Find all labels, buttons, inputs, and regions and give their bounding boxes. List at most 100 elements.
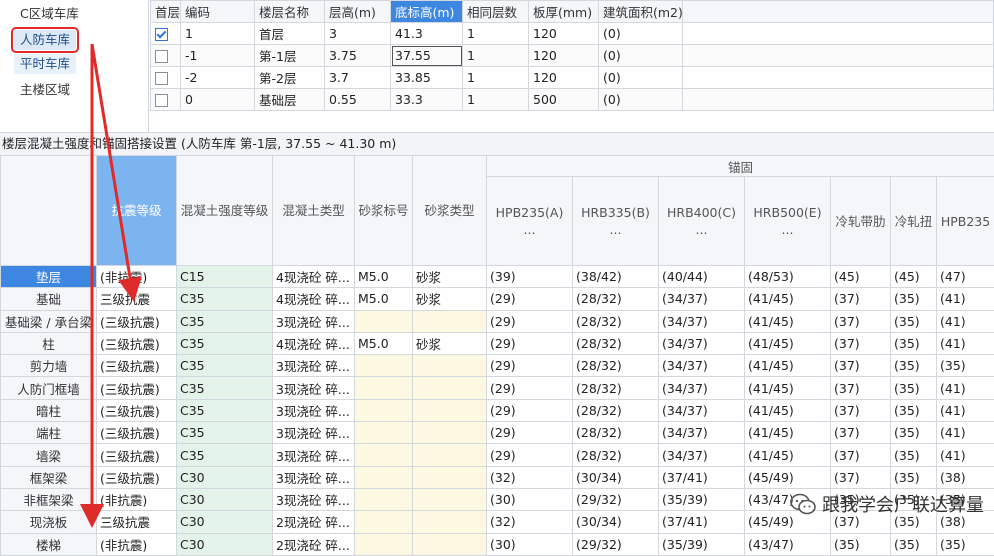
concrete-type-cell[interactable]: 4现浇砼 碎... — [273, 332, 355, 354]
grid-row[interactable]: 柱(三级抗震)C354现浇砼 碎...M5.0砂浆(29)(28/32)(34/… — [1, 332, 994, 354]
region-item-c-garage[interactable]: C区域车库 — [14, 4, 85, 24]
anchor-value-cell[interactable]: (30) — [487, 533, 573, 555]
floor-name[interactable]: 基础层 — [255, 89, 325, 111]
anchor-value-cell[interactable]: (41/45) — [745, 310, 831, 332]
anchor-value-cell[interactable]: (34/37) — [659, 377, 745, 399]
concrete-grade-cell[interactable]: C30 — [177, 511, 273, 533]
anchor-value-cell[interactable]: (37) — [831, 466, 891, 488]
grid-row-header[interactable]: 楼梯 — [1, 533, 97, 555]
anchor-value-cell[interactable]: (47) — [937, 266, 994, 288]
grid-row[interactable]: 暗柱(三级抗震)C353现浇砼 碎...(29)(28/32)(34/37)(4… — [1, 399, 994, 421]
grid-row[interactable]: 框架梁(三级抗震)C303现浇砼 碎...(32)(30/34)(37/41)(… — [1, 466, 994, 488]
anchor-header-hrb500e[interactable]: HRB500(E) ... — [745, 177, 831, 266]
grid-row-header[interactable]: 端柱 — [1, 422, 97, 444]
anchor-value-cell[interactable]: (35) — [891, 310, 937, 332]
concrete-type-cell[interactable]: 2现浇砼 碎... — [273, 511, 355, 533]
floor-height[interactable]: 0.55 — [325, 89, 391, 111]
anchor-value-cell[interactable]: (28/32) — [573, 355, 659, 377]
anchor-value-cell[interactable]: (28/32) — [573, 377, 659, 399]
anchor-value-cell[interactable]: (35) — [937, 355, 994, 377]
concrete-type-cell[interactable]: 2现浇砼 碎... — [273, 533, 355, 555]
grid-header-concrete-grade[interactable]: 混凝土强度等级 — [177, 156, 273, 266]
anchor-value-cell[interactable]: (41) — [937, 399, 994, 421]
anchor-value-cell[interactable]: (43/47) — [745, 533, 831, 555]
seismic-level-cell[interactable]: (三级抗震) — [97, 355, 177, 377]
anchor-value-cell[interactable]: (35/39) — [659, 533, 745, 555]
anchor-value-cell[interactable]: (45) — [831, 266, 891, 288]
first-floor-checkbox[interactable] — [151, 89, 181, 111]
floor-name[interactable]: 第-2层 — [255, 67, 325, 89]
anchor-value-cell[interactable]: (41/45) — [745, 444, 831, 466]
mortar-grade-cell[interactable] — [355, 422, 413, 444]
seismic-level-cell[interactable]: (三级抗震) — [97, 466, 177, 488]
anchor-value-cell[interactable]: (37) — [831, 332, 891, 354]
floor-code[interactable]: -1 — [181, 45, 255, 67]
floor-header-code[interactable]: 编码 — [181, 1, 255, 23]
anchor-value-cell[interactable]: (37) — [831, 377, 891, 399]
floor-thick[interactable]: 120 — [529, 45, 599, 67]
anchor-value-cell[interactable]: (41/45) — [745, 422, 831, 444]
anchor-value-cell[interactable]: (29) — [487, 422, 573, 444]
mortar-grade-cell[interactable]: M5.0 — [355, 332, 413, 354]
concrete-type-cell[interactable]: 3现浇砼 碎... — [273, 355, 355, 377]
mortar-type-cell[interactable] — [413, 466, 487, 488]
region-item-normal-garage[interactable]: 平时车库 — [14, 54, 76, 74]
seismic-level-cell[interactable]: (三级抗震) — [97, 422, 177, 444]
anchor-value-cell[interactable]: (29/32) — [573, 533, 659, 555]
anchor-value-cell[interactable]: (34/37) — [659, 399, 745, 421]
grid-row-header[interactable]: 暗柱 — [1, 399, 97, 421]
mortar-type-cell[interactable] — [413, 444, 487, 466]
grid-row-header[interactable]: 柱 — [1, 332, 97, 354]
anchor-value-cell[interactable]: (41) — [937, 288, 994, 310]
floor-bottom[interactable]: 33.85 — [391, 67, 463, 89]
grid-row[interactable]: 墙梁(三级抗震)C353现浇砼 碎...(29)(28/32)(34/37)(4… — [1, 444, 994, 466]
anchor-value-cell[interactable]: (28/32) — [573, 332, 659, 354]
anchor-value-cell[interactable]: (32) — [487, 466, 573, 488]
floor-bottom[interactable]: 41.3 — [391, 23, 463, 45]
anchor-value-cell[interactable]: (41/45) — [745, 377, 831, 399]
mortar-type-cell[interactable] — [413, 422, 487, 444]
grid-row-header[interactable]: 基础 — [1, 288, 97, 310]
anchor-value-cell[interactable]: (34/37) — [659, 422, 745, 444]
anchor-header-hrb400c[interactable]: HRB400(C) ... — [659, 177, 745, 266]
concrete-grade-cell[interactable]: C35 — [177, 310, 273, 332]
anchor-header-hrb335b[interactable]: HRB335(B) ... — [573, 177, 659, 266]
floor-bottom-selected[interactable]: 37.55 — [391, 45, 463, 67]
concrete-grade-cell[interactable]: C35 — [177, 422, 273, 444]
floor-code[interactable]: -2 — [181, 67, 255, 89]
region-item-main-building[interactable]: 主楼区域 — [14, 80, 76, 100]
mortar-type-cell[interactable]: 砂浆 — [413, 332, 487, 354]
grid-header-mortar-grade[interactable]: 砂浆标号 — [355, 156, 413, 266]
seismic-level-cell[interactable]: (非抗震) — [97, 488, 177, 510]
anchor-header-hpb235-lap[interactable]: HPB235 — [937, 177, 994, 266]
anchor-value-cell[interactable]: (37) — [831, 444, 891, 466]
grid-row-header[interactable]: 剪力墙 — [1, 355, 97, 377]
anchor-header-cold-rolled-twisted[interactable]: 冷轧扭 — [891, 177, 937, 266]
grid-row-header[interactable]: 非框架梁 — [1, 488, 97, 510]
anchor-value-cell[interactable]: (35) — [891, 399, 937, 421]
grid-row[interactable]: 基础三级抗震C354现浇砼 碎...M5.0砂浆(29)(28/32)(34/3… — [1, 288, 994, 310]
anchor-value-cell[interactable]: (35) — [891, 422, 937, 444]
grid-row[interactable]: 基础梁 / 承台梁(三级抗震)C353现浇砼 碎...(29)(28/32)(3… — [1, 310, 994, 332]
anchor-value-cell[interactable]: (29) — [487, 355, 573, 377]
concrete-type-cell[interactable]: 4现浇砼 碎... — [273, 288, 355, 310]
anchor-value-cell[interactable]: (48/53) — [745, 266, 831, 288]
anchor-value-cell[interactable]: (30) — [487, 488, 573, 510]
concrete-grade-cell[interactable]: C30 — [177, 533, 273, 555]
seismic-level-cell[interactable]: (三级抗震) — [97, 332, 177, 354]
anchor-value-cell[interactable]: (39) — [487, 266, 573, 288]
floor-header-thick[interactable]: 板厚(mm) — [529, 1, 599, 23]
anchor-value-cell[interactable]: (35) — [891, 377, 937, 399]
anchor-value-cell[interactable]: (30/34) — [573, 466, 659, 488]
anchor-value-cell[interactable]: (40/44) — [659, 266, 745, 288]
floor-header-height[interactable]: 层高(m) — [325, 1, 391, 23]
anchor-value-cell[interactable]: (41) — [937, 422, 994, 444]
floor-thick[interactable]: 500 — [529, 89, 599, 111]
anchor-value-cell[interactable]: (29) — [487, 310, 573, 332]
mortar-type-cell[interactable] — [413, 310, 487, 332]
mortar-type-cell[interactable] — [413, 377, 487, 399]
floor-header-same[interactable]: 相同层数 — [463, 1, 529, 23]
anchor-value-cell[interactable]: (29) — [487, 444, 573, 466]
anchor-value-cell[interactable]: (28/32) — [573, 422, 659, 444]
anchor-value-cell[interactable]: (45/49) — [745, 466, 831, 488]
